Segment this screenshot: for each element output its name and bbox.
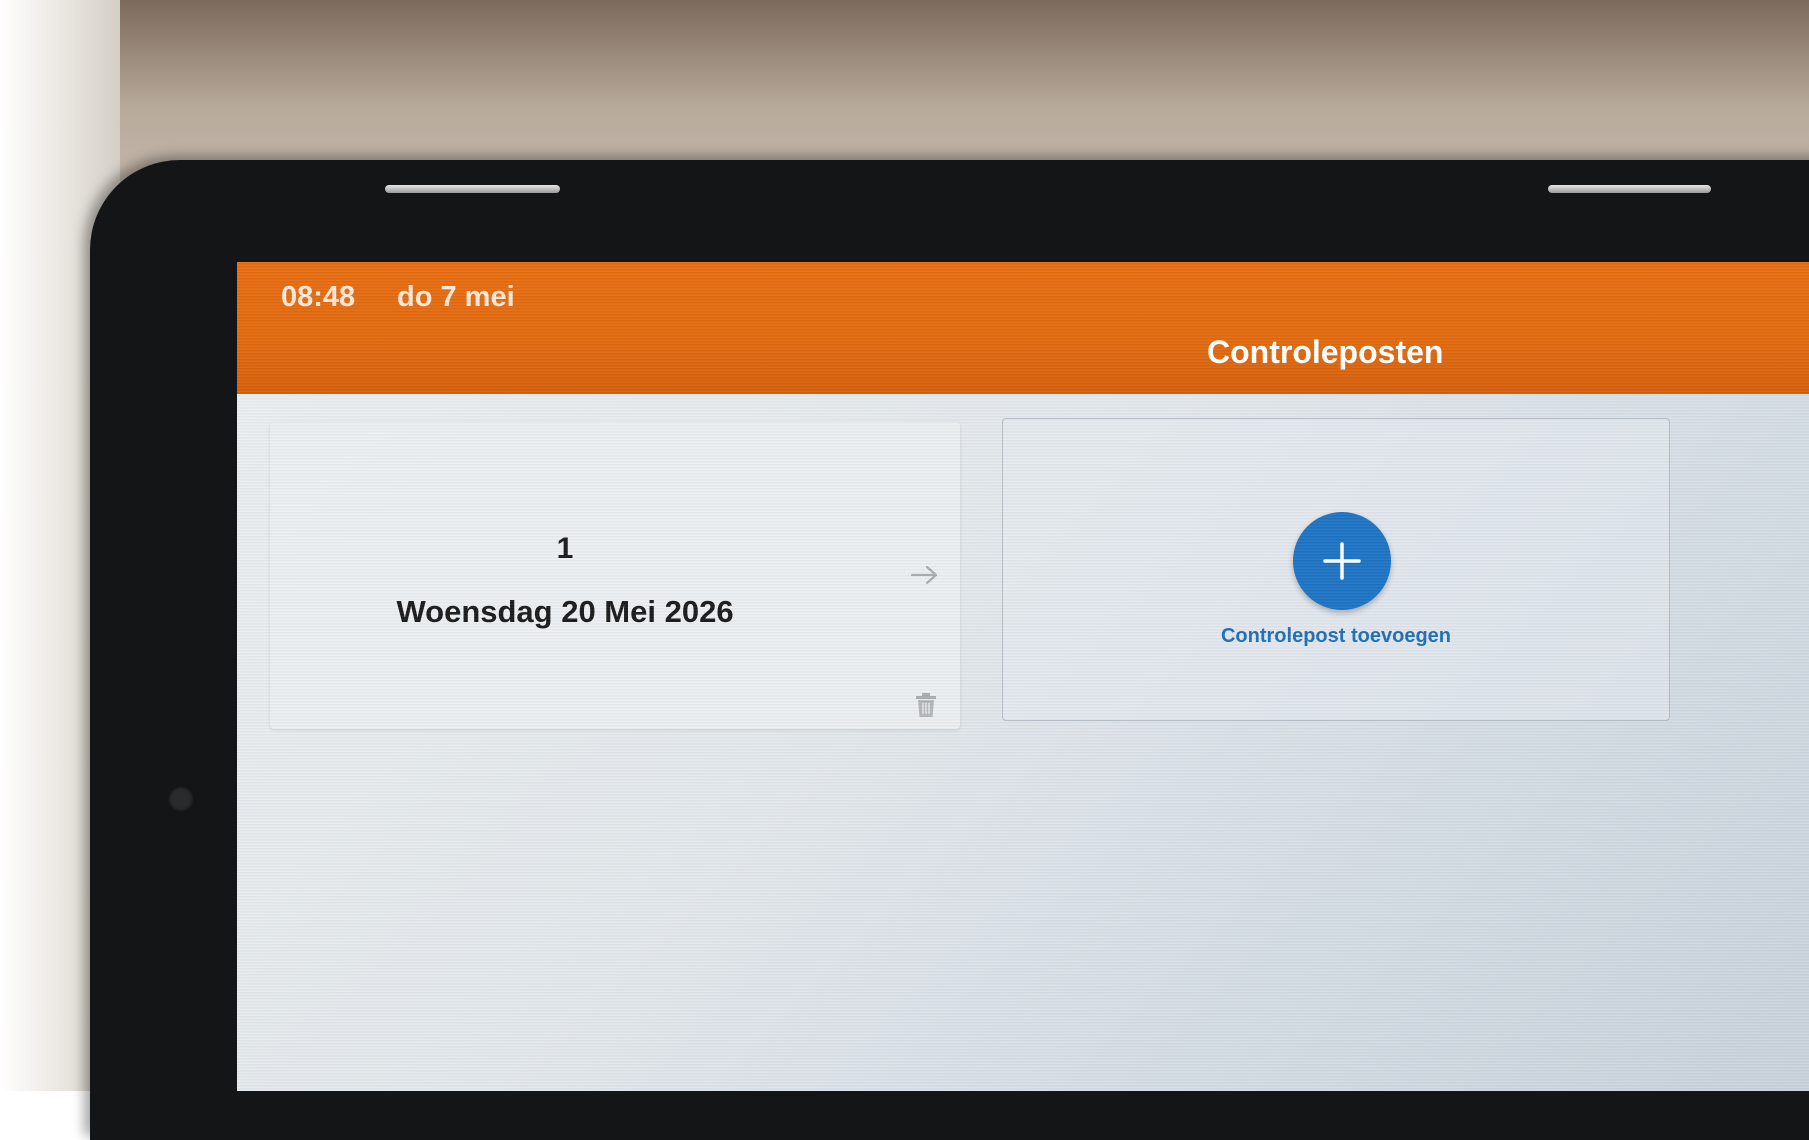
add-checkpoint-card[interactable]: Controlepost toevoegen — [1002, 418, 1670, 721]
status-time: 08:48 — [281, 281, 356, 313]
case-bump-left — [385, 185, 560, 193]
checkpoint-card[interactable]: 1 Woensdag 20 Mei 2026 — [270, 422, 960, 729]
app-header: 08:48 do 7 mei Controleposten — [237, 262, 1809, 394]
plus-icon — [1323, 542, 1361, 580]
tablet-screen: 08:48 do 7 mei Controleposten 1 Woensdag… — [237, 262, 1809, 1091]
arrow-right-icon[interactable] — [910, 564, 940, 586]
case-bump-right — [1548, 185, 1711, 193]
add-checkpoint-button[interactable] — [1293, 512, 1391, 610]
page-title: Controleposten — [1207, 334, 1444, 370]
camera-dot — [168, 786, 194, 812]
status-date: do 7 mei — [397, 281, 515, 313]
trash-icon[interactable] — [915, 692, 937, 718]
checkpoint-number: 1 — [556, 532, 574, 565]
add-checkpoint-label: Controlepost toevoegen — [1220, 625, 1451, 647]
checkpoint-date: Woensdag 20 Mei 2026 — [396, 594, 734, 629]
